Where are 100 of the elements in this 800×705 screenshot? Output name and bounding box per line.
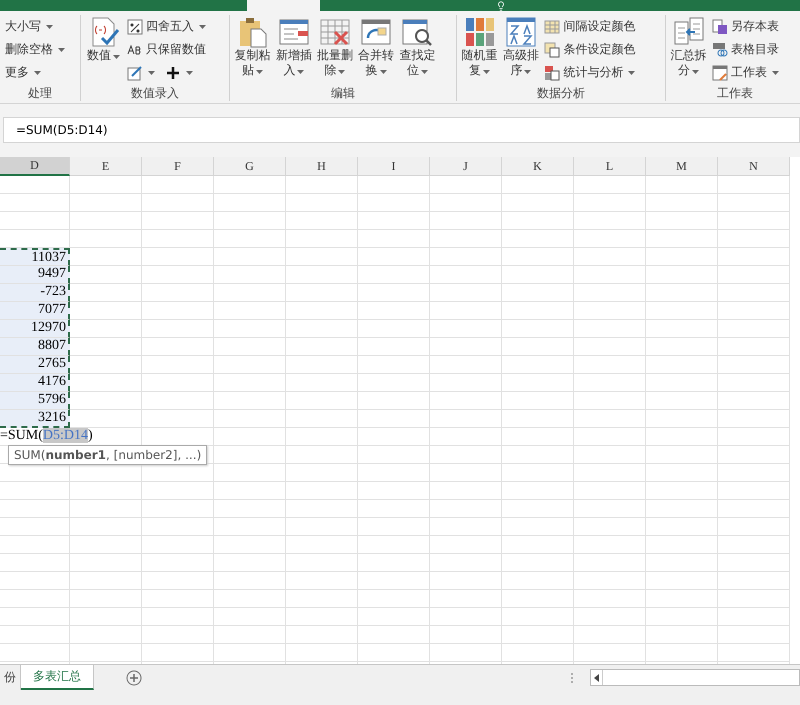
grid-cell <box>502 374 574 392</box>
grid-cell <box>646 644 718 662</box>
grid-cell <box>502 320 574 338</box>
grid-cell <box>214 284 286 302</box>
ribbon-button[interactable]: 新增插入 <box>274 15 314 79</box>
grid-cell <box>142 356 214 374</box>
group-label: 处理 <box>27 86 53 101</box>
grid-cell <box>646 338 718 356</box>
grid-cell <box>358 194 430 212</box>
ribbon-button[interactable]: 高级排序 <box>501 15 540 79</box>
grid-cell <box>70 644 142 662</box>
ribbon-button[interactable]: 统计与分析 <box>542 61 638 84</box>
ribbon-button[interactable]: 数值 <box>84 15 124 64</box>
column-header[interactable]: M <box>646 157 718 176</box>
grid-cell <box>502 248 574 266</box>
color-tiles-icon <box>464 16 496 48</box>
grid-cell <box>502 590 574 608</box>
function-tooltip: SUM(number1, [number2], ...) <box>8 445 208 465</box>
grid-cell <box>646 482 718 500</box>
grid-cell <box>718 176 790 194</box>
grid-cell <box>214 644 286 662</box>
sheet-tab[interactable]: 多表汇总 <box>21 665 94 690</box>
grid-cell <box>718 482 790 500</box>
column-header[interactable]: F <box>142 157 214 176</box>
ribbon-button[interactable]: 条件设定颜色 <box>542 38 638 61</box>
grid-cell <box>502 626 574 644</box>
column-header[interactable]: H <box>286 157 358 176</box>
grid-cell <box>286 464 358 482</box>
grid-cell <box>286 590 358 608</box>
column-header[interactable]: E <box>70 157 142 176</box>
column-header[interactable]: L <box>574 157 646 176</box>
ribbon-button[interactable]: 更多 <box>3 61 67 84</box>
grid-cell <box>286 356 358 374</box>
group-label: 数据分析 <box>536 86 586 101</box>
number-cell: 8807 <box>0 338 70 356</box>
grid-cell <box>214 266 286 284</box>
ribbon-button[interactable]: 查找定位 <box>398 15 437 79</box>
grid-cell <box>502 482 574 500</box>
ribbon-button[interactable]: 大小写 <box>3 15 67 38</box>
column-header[interactable]: I <box>358 157 430 176</box>
ribbon-button[interactable]: 另存本表 <box>710 15 782 38</box>
column-header[interactable]: D <box>0 157 70 176</box>
ribbon-button[interactable]: 间隔设定颜色 <box>542 15 638 38</box>
column-header[interactable]: G <box>214 157 286 176</box>
grid-cell <box>70 284 142 302</box>
ribbon-button[interactable]: 汇总拆分 <box>669 15 708 79</box>
grid-cell <box>286 266 358 284</box>
grid-cell <box>70 410 142 428</box>
formula-input[interactable]: =SUM(D5:D14) <box>3 117 800 143</box>
caret-icon <box>338 70 346 74</box>
grid-cell <box>358 536 430 554</box>
ribbon-button[interactable]: 四舍五入 <box>125 15 208 38</box>
grid-cell <box>214 626 286 644</box>
grid-cell <box>430 410 502 428</box>
grid-cell <box>574 554 646 572</box>
grid-cell <box>286 482 358 500</box>
ribbon-button[interactable]: 表格目录 <box>710 38 782 61</box>
grid-cell <box>646 320 718 338</box>
grid-cell <box>142 248 214 266</box>
column-header[interactable]: K <box>502 157 574 176</box>
save-sheet-icon <box>712 18 728 34</box>
grid-cell <box>430 554 502 572</box>
column-header[interactable]: J <box>430 157 502 176</box>
grid-cell <box>574 590 646 608</box>
ribbon-button[interactable]: 只保留数值 <box>125 38 208 61</box>
grid-cell <box>574 320 646 338</box>
grid-cell <box>0 590 70 608</box>
grid-cell <box>214 302 286 320</box>
left-arrow-icon <box>594 674 599 682</box>
grid-cell <box>214 446 286 464</box>
column-header[interactable]: N <box>718 157 790 176</box>
ribbon-button[interactable]: 随机重复 <box>460 15 500 79</box>
grid-cell <box>718 446 790 464</box>
grid-cell <box>646 446 718 464</box>
grid-cell <box>142 572 214 590</box>
grid-cell <box>358 464 430 482</box>
horizontal-scrollbar[interactable] <box>590 669 800 686</box>
scroll-left-button[interactable] <box>591 670 603 685</box>
grid-cell <box>286 284 358 302</box>
grid-cell <box>358 428 430 446</box>
grid-cell <box>646 428 718 446</box>
edit-form-icon <box>127 64 144 80</box>
table-link-icon <box>712 42 728 58</box>
ribbon-button[interactable]: 删除空格 <box>3 38 67 61</box>
grid-cell <box>574 248 646 266</box>
grid-cell <box>286 644 358 662</box>
ribbon-button[interactable]: 工作表 <box>710 61 782 84</box>
grid-cell <box>574 500 646 518</box>
grid-cell <box>214 410 286 428</box>
ribbon-button[interactable]: 批量删除 <box>315 15 355 79</box>
ribbon-button[interactable]: 复制粘贴 <box>233 15 272 79</box>
grid-cell <box>142 536 214 554</box>
formula-cell[interactable]: =SUM(D5:D14) <box>0 428 142 446</box>
grid-cell <box>430 464 502 482</box>
grid-color-icon <box>544 18 560 34</box>
caret-icon <box>772 70 780 74</box>
grid-cell <box>70 176 142 194</box>
percent-grid-icon <box>127 18 144 34</box>
ribbon-button[interactable]: 合并转换 <box>356 15 396 79</box>
grid-cell <box>718 536 790 554</box>
